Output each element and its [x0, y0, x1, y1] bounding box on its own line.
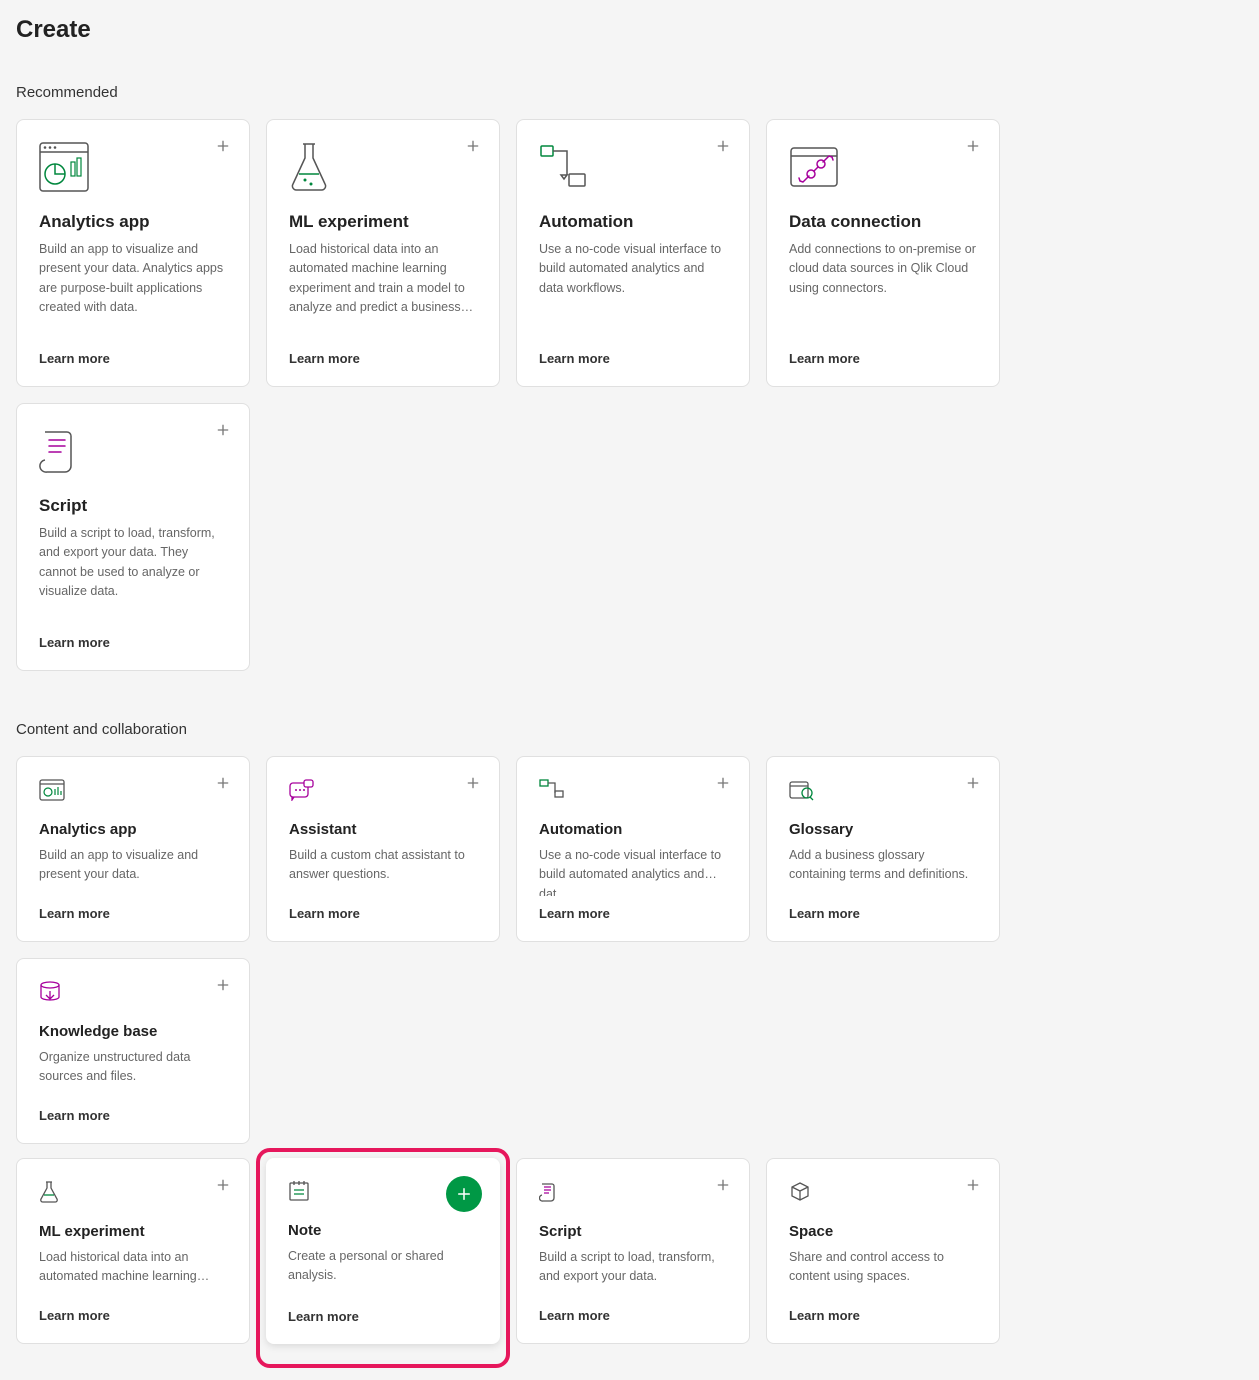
- learn-more-link[interactable]: Learn more: [789, 906, 977, 921]
- section-recommended-title: Recommended: [16, 84, 1243, 101]
- script-small-icon: [539, 1181, 727, 1211]
- card-title: Analytics app: [39, 212, 227, 232]
- card-desc: Load historical data into an automated m…: [39, 1248, 227, 1298]
- add-ml-experiment-button[interactable]: [461, 134, 485, 158]
- flask-icon: [289, 142, 477, 198]
- add-glossary-button[interactable]: [961, 771, 985, 795]
- card-ml-experiment[interactable]: ML experiment Load historical data into …: [266, 119, 500, 387]
- card-title: Script: [39, 496, 227, 516]
- card-title: Glossary: [789, 821, 977, 838]
- card-note[interactable]: Note Create a personal or shared analysi…: [266, 1158, 500, 1344]
- card-desc: Build a script to load, transform, and e…: [539, 1248, 727, 1298]
- card-title: Space: [789, 1223, 977, 1240]
- learn-more-link[interactable]: Learn more: [789, 1308, 977, 1323]
- card-title: Automation: [539, 212, 727, 232]
- card-script-sm[interactable]: Script Build a script to load, transform…: [516, 1158, 750, 1344]
- section-content-title: Content and collaboration: [16, 721, 1243, 738]
- script-icon: [39, 426, 227, 482]
- card-desc: Load historical data into an automated m…: [289, 240, 477, 341]
- card-desc: Create a personal or shared analysis.: [288, 1247, 478, 1299]
- card-desc: Use a no-code visual interface to build …: [539, 846, 727, 896]
- add-script-button[interactable]: [211, 418, 235, 442]
- card-title: Note: [288, 1222, 478, 1239]
- card-space[interactable]: Space Share and control access to conten…: [766, 1158, 1000, 1344]
- add-analytics-app-button[interactable]: [211, 771, 235, 795]
- content-row-2: ML experiment Load historical data into …: [16, 1158, 1243, 1344]
- content-row-1: Analytics app Build an app to visualize …: [16, 756, 1243, 1144]
- learn-more-link[interactable]: Learn more: [289, 906, 477, 921]
- card-ml-experiment-sm[interactable]: ML experiment Load historical data into …: [16, 1158, 250, 1344]
- card-desc: Build a custom chat assistant to answer …: [289, 846, 477, 896]
- learn-more-link[interactable]: Learn more: [39, 906, 227, 921]
- add-analytics-app-button[interactable]: [211, 134, 235, 158]
- learn-more-link[interactable]: Learn more: [789, 351, 977, 366]
- learn-more-link[interactable]: Learn more: [539, 351, 727, 366]
- learn-more-link[interactable]: Learn more: [39, 1108, 227, 1123]
- add-assistant-button[interactable]: [461, 771, 485, 795]
- add-data-connection-button[interactable]: [961, 134, 985, 158]
- card-title: Automation: [539, 821, 727, 838]
- card-desc: Organize unstructured data sources and f…: [39, 1048, 227, 1098]
- learn-more-link[interactable]: Learn more: [39, 1308, 227, 1323]
- card-desc: Add connections to on-premise or cloud d…: [789, 240, 977, 341]
- analytics-app-small-icon: [39, 779, 227, 809]
- learn-more-link[interactable]: Learn more: [539, 906, 727, 921]
- card-analytics-app-sm[interactable]: Analytics app Build an app to visualize …: [16, 756, 250, 942]
- card-data-connection[interactable]: Data connection Add connections to on-pr…: [766, 119, 1000, 387]
- page-title: Create: [16, 16, 1243, 44]
- card-knowledge-base[interactable]: Knowledge base Organize unstructured dat…: [16, 958, 250, 1144]
- card-script[interactable]: Script Build a script to load, transform…: [16, 403, 250, 671]
- add-ml-experiment-button[interactable]: [211, 1173, 235, 1197]
- glossary-icon: [789, 779, 977, 809]
- add-automation-button[interactable]: [711, 134, 735, 158]
- add-note-button[interactable]: [446, 1176, 482, 1212]
- card-title: ML experiment: [39, 1223, 227, 1240]
- card-desc: Build an app to visualize and present yo…: [39, 846, 227, 896]
- learn-more-link[interactable]: Learn more: [39, 635, 227, 650]
- learn-more-link[interactable]: Learn more: [289, 351, 477, 366]
- card-automation-sm[interactable]: Automation Use a no-code visual interfac…: [516, 756, 750, 942]
- space-icon: [789, 1181, 977, 1211]
- card-title: Script: [539, 1223, 727, 1240]
- card-analytics-app[interactable]: Analytics app Build an app to visualize …: [16, 119, 250, 387]
- card-desc: Share and control access to content usin…: [789, 1248, 977, 1298]
- card-title: Analytics app: [39, 821, 227, 838]
- add-knowledge-base-button[interactable]: [211, 973, 235, 997]
- card-title: ML experiment: [289, 212, 477, 232]
- card-desc: Build a script to load, transform, and e…: [39, 524, 227, 625]
- card-desc: Build an app to visualize and present yo…: [39, 240, 227, 341]
- add-space-button[interactable]: [961, 1173, 985, 1197]
- card-desc: Add a business glossary containing terms…: [789, 846, 977, 896]
- card-glossary[interactable]: Glossary Add a business glossary contain…: [766, 756, 1000, 942]
- card-title: Data connection: [789, 212, 977, 232]
- analytics-app-icon: [39, 142, 227, 198]
- card-assistant[interactable]: Assistant Build a custom chat assistant …: [266, 756, 500, 942]
- knowledge-base-icon: [39, 981, 227, 1011]
- learn-more-link[interactable]: Learn more: [39, 351, 227, 366]
- automation-small-icon: [539, 779, 727, 809]
- data-connection-icon: [789, 142, 977, 198]
- add-script-button[interactable]: [711, 1173, 735, 1197]
- automation-icon: [539, 142, 727, 198]
- add-automation-button[interactable]: [711, 771, 735, 795]
- learn-more-link[interactable]: Learn more: [288, 1309, 478, 1324]
- card-automation[interactable]: Automation Use a no-code visual interfac…: [516, 119, 750, 387]
- card-title: Knowledge base: [39, 1023, 227, 1040]
- learn-more-link[interactable]: Learn more: [539, 1308, 727, 1323]
- recommended-row: Analytics app Build an app to visualize …: [16, 119, 1243, 671]
- assistant-icon: [289, 779, 477, 809]
- flask-small-icon: [39, 1181, 227, 1211]
- card-title: Assistant: [289, 821, 477, 838]
- card-desc: Use a no-code visual interface to build …: [539, 240, 727, 341]
